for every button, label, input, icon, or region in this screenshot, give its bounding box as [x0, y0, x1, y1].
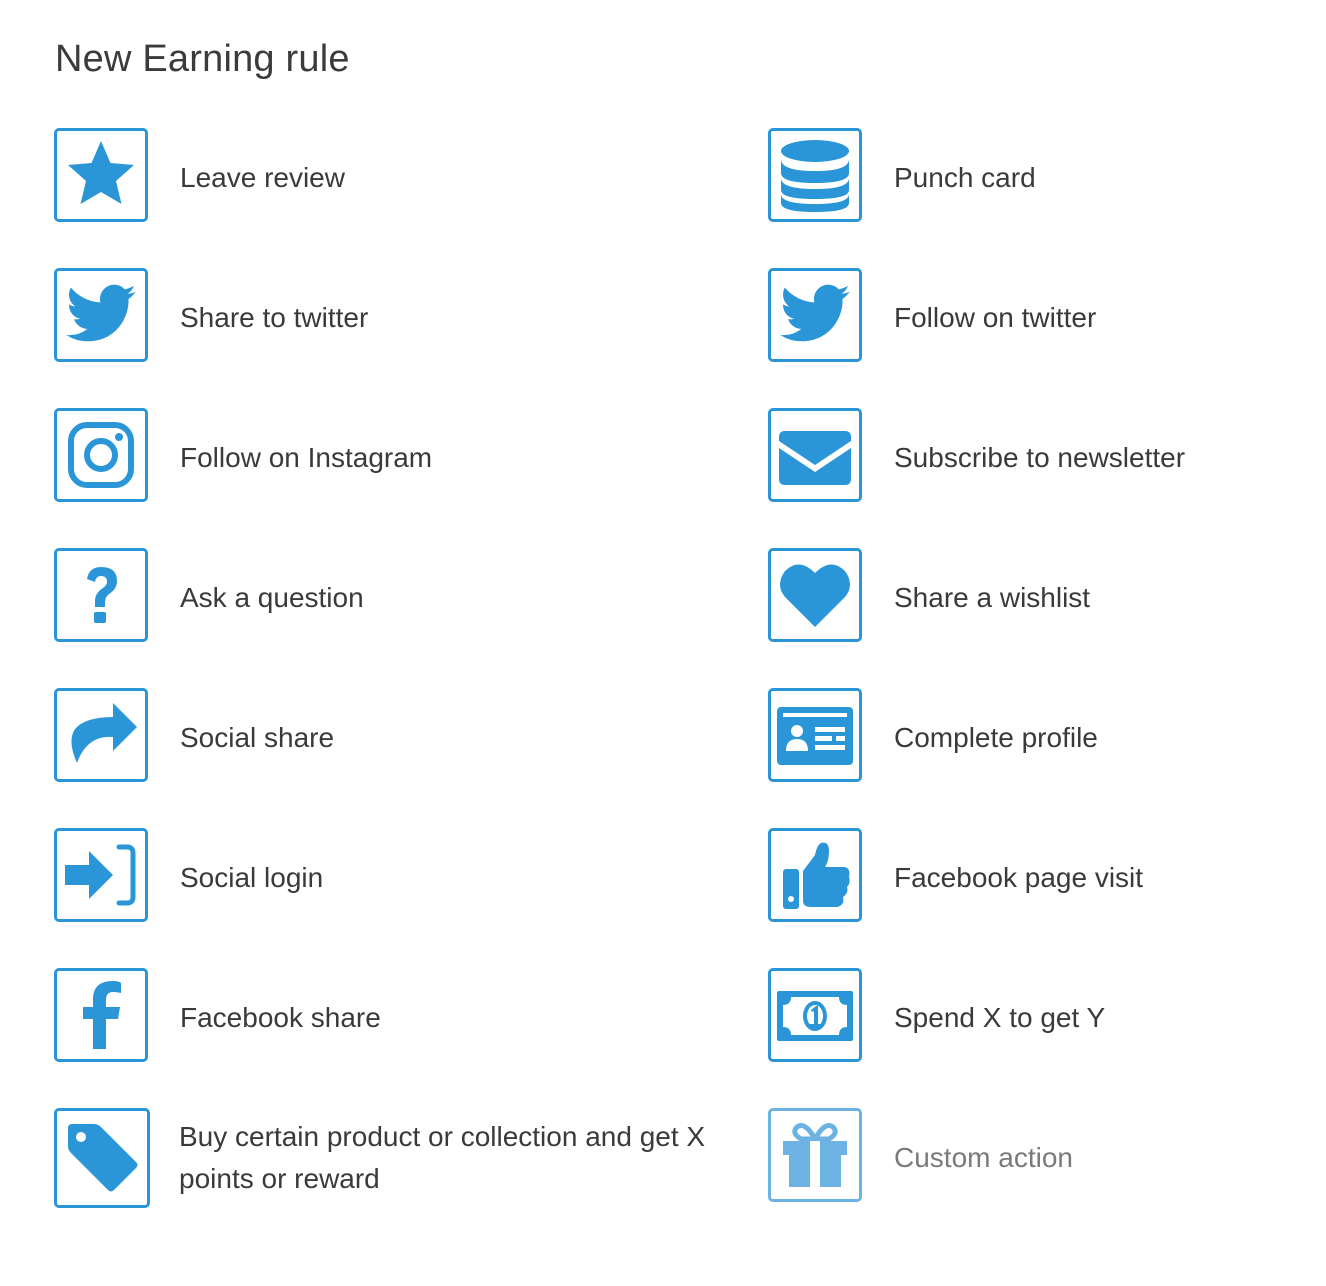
- thumbs-up-icon: [768, 828, 862, 922]
- id-card-icon: [768, 688, 862, 782]
- envelope-icon: [768, 408, 862, 502]
- rule-label: Share to twitter: [180, 302, 369, 333]
- rule-label: Follow on Instagram: [180, 442, 433, 473]
- rule-leave-review[interactable]: Leave review: [54, 128, 768, 268]
- rule-label: Follow on twitter: [894, 302, 1097, 333]
- rule-label: Social share: [180, 722, 335, 753]
- share-arrow-icon: [54, 688, 148, 782]
- earning-rule-grid: Leave review Punch card Share to twitter…: [54, 128, 1294, 1248]
- instagram-icon: [54, 408, 148, 502]
- facebook-icon: [54, 968, 148, 1062]
- rule-label: Custom action: [894, 1142, 1073, 1173]
- database-icon: [768, 128, 862, 222]
- rule-label: Complete profile: [894, 722, 1098, 753]
- rule-label: Spend X to get Y: [894, 1002, 1106, 1033]
- heart-icon: [768, 548, 862, 642]
- rule-label: Subscribe to newsletter: [894, 442, 1186, 473]
- rule-label: Punch card: [894, 162, 1036, 193]
- question-icon: [54, 548, 148, 642]
- rule-buy-product-or-collection[interactable]: Buy certain product or collection and ge…: [54, 1108, 768, 1248]
- rule-follow-on-twitter[interactable]: Follow on twitter: [768, 268, 1294, 408]
- star-icon: [54, 128, 148, 222]
- rule-spend-x-to-get-y[interactable]: Spend X to get Y: [768, 968, 1294, 1108]
- rule-label: Social login: [180, 862, 324, 893]
- rule-label: Facebook page visit: [894, 862, 1144, 893]
- rule-custom-action[interactable]: Custom action: [768, 1108, 1294, 1248]
- rule-label: Buy certain product or collection and ge…: [179, 1121, 706, 1194]
- rule-share-a-wishlist[interactable]: Share a wishlist: [768, 548, 1294, 688]
- rule-share-to-twitter[interactable]: Share to twitter: [54, 268, 768, 408]
- twitter-icon: [54, 268, 148, 362]
- rule-social-share[interactable]: Social share: [54, 688, 768, 828]
- rule-follow-on-instagram[interactable]: Follow on Instagram: [54, 408, 768, 548]
- rule-facebook-share[interactable]: Facebook share: [54, 968, 768, 1108]
- rule-facebook-page-visit[interactable]: Facebook page visit: [768, 828, 1294, 968]
- page-title: New Earning rule: [55, 38, 350, 80]
- gift-icon: [768, 1108, 862, 1202]
- sign-in-icon: [54, 828, 148, 922]
- rule-social-login[interactable]: Social login: [54, 828, 768, 968]
- rule-complete-profile[interactable]: Complete profile: [768, 688, 1294, 828]
- money-bill-icon: [768, 968, 862, 1062]
- rule-label: Share a wishlist: [894, 582, 1091, 613]
- rule-label: Facebook share: [180, 1002, 381, 1033]
- tag-icon: [54, 1108, 150, 1208]
- twitter-icon: [768, 268, 862, 362]
- rule-ask-a-question[interactable]: Ask a question: [54, 548, 768, 688]
- rule-label: Leave review: [180, 162, 345, 193]
- rule-label: Ask a question: [180, 582, 364, 613]
- rule-subscribe-to-newsletter[interactable]: Subscribe to newsletter: [768, 408, 1294, 548]
- rule-punch-card[interactable]: Punch card: [768, 128, 1294, 268]
